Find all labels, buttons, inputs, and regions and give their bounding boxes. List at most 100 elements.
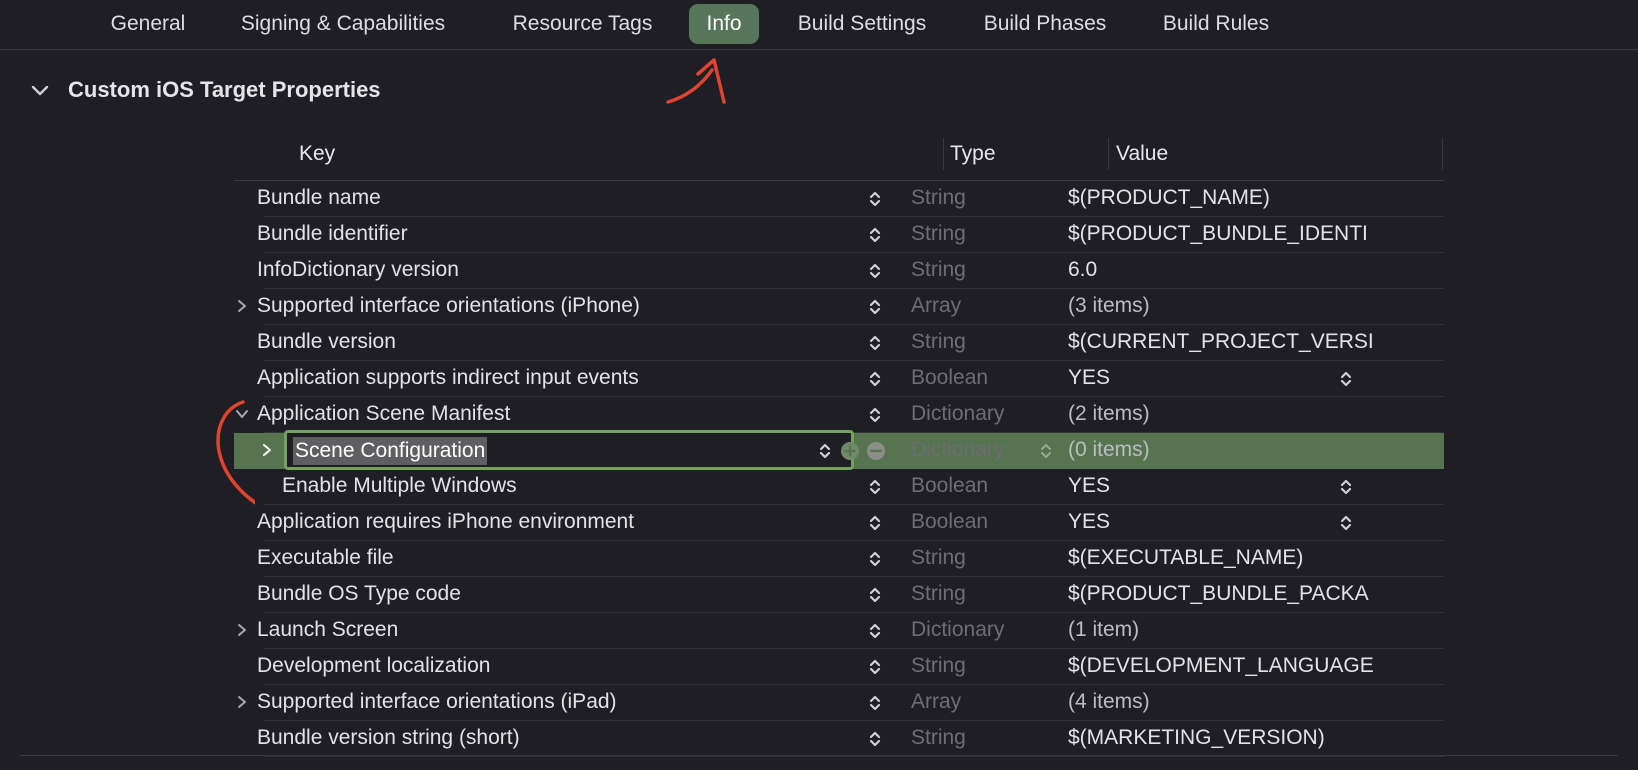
table-row[interactable]: Supported interface orientations (iPhone… [234, 289, 1444, 325]
type-cell[interactable]: Array [911, 289, 1061, 323]
chevron-right-icon[interactable] [234, 622, 250, 638]
up-down-chevron-icon[interactable] [866, 368, 884, 390]
value-cell[interactable]: YES [1068, 469, 1374, 503]
column-header-value[interactable]: Value [1116, 136, 1168, 172]
key-cell[interactable]: Supported interface orientations (iPad) [257, 685, 857, 719]
table-row[interactable]: Enable Multiple Windows Boolean YES [234, 469, 1444, 505]
key-cell[interactable]: InfoDictionary version [257, 253, 857, 287]
up-down-chevron-icon[interactable] [866, 188, 884, 210]
type-cell[interactable]: String [911, 325, 1061, 359]
value-popup-chevron-icon[interactable] [1337, 476, 1355, 498]
type-cell[interactable]: Boolean [911, 469, 1061, 503]
value-cell[interactable]: $(DEVELOPMENT_LANGUAGE [1068, 649, 1374, 683]
up-down-chevron-icon[interactable] [866, 512, 884, 534]
table-row[interactable]: Bundle version String $(CURRENT_PROJECT_VE… [234, 325, 1444, 361]
chevron-right-icon[interactable] [234, 694, 250, 710]
tab-general[interactable]: General [92, 4, 204, 44]
type-cell[interactable]: Boolean [911, 505, 1061, 539]
chevron-right-icon[interactable] [259, 442, 275, 458]
value-cell[interactable]: YES [1068, 505, 1374, 539]
key-cell[interactable]: Bundle name [257, 181, 857, 215]
up-down-chevron-icon[interactable] [866, 224, 884, 246]
table-row[interactable]: Application supports indirect input even… [234, 361, 1444, 397]
tab-signing-capabilities[interactable]: Signing & Capabilities [220, 4, 466, 44]
up-down-chevron-icon[interactable] [866, 476, 884, 498]
key-cell[interactable]: Application requires iPhone environment [257, 505, 857, 539]
type-cell[interactable]: String [911, 541, 1061, 575]
type-cell[interactable]: String [911, 649, 1061, 683]
column-header-type[interactable]: Type [950, 136, 996, 172]
value-cell[interactable]: $(CURRENT_PROJECT_VERSI [1068, 325, 1374, 359]
up-down-chevron-icon[interactable] [866, 260, 884, 282]
up-down-chevron-icon[interactable] [866, 656, 884, 678]
key-edit-field[interactable]: Scene Configuration [284, 430, 854, 470]
key-cell[interactable]: Bundle OS Type code [257, 577, 857, 611]
key-cell[interactable]: Bundle identifier [257, 217, 857, 251]
chevron-down-icon[interactable] [234, 406, 250, 422]
value-cell[interactable]: (4 items) [1068, 685, 1374, 719]
chevron-right-icon[interactable] [234, 298, 250, 314]
column-header-key[interactable]: Key [299, 136, 335, 172]
table-row[interactable]: Development localization String $(DEVELOPM… [234, 649, 1444, 685]
chevron-down-icon[interactable] [28, 78, 52, 102]
tab-build-settings[interactable]: Build Settings [782, 4, 942, 44]
section-header[interactable]: Custom iOS Target Properties [28, 72, 381, 108]
table-row[interactable]: Application Scene Manifest Dictionary (2 i… [234, 397, 1444, 433]
up-down-chevron-icon[interactable] [866, 404, 884, 426]
type-cell[interactable]: Dictionary [911, 397, 1061, 431]
up-down-chevron-icon[interactable] [866, 728, 884, 750]
table-row[interactable]: Scene Configuration Dictionary (0 items) [234, 430, 1444, 470]
key-cell[interactable]: Bundle version string (short) [257, 721, 857, 755]
up-down-chevron-icon[interactable] [866, 692, 884, 714]
table-row[interactable]: Application requires iPhone environment B… [234, 505, 1444, 541]
key-cell[interactable]: Executable file [257, 541, 857, 575]
key-edit-text[interactable]: Scene Configuration [293, 437, 488, 465]
table-row[interactable]: Launch Screen Dictionary (1 item) [234, 613, 1444, 649]
value-cell[interactable]: YES [1068, 361, 1374, 395]
up-down-chevron-icon[interactable] [866, 296, 884, 318]
key-cell[interactable]: Application supports indirect input even… [257, 361, 857, 395]
type-cell[interactable]: String [911, 721, 1061, 755]
up-down-chevron-icon[interactable] [866, 548, 884, 570]
up-down-chevron-icon[interactable] [866, 620, 884, 642]
key-cell[interactable]: Enable Multiple Windows [282, 469, 857, 503]
value-cell[interactable]: $(PRODUCT_NAME) [1068, 181, 1374, 215]
tab-info[interactable]: Info [689, 4, 759, 44]
table-row[interactable]: Bundle OS Type code String $(PRODUCT_BUNDL… [234, 577, 1444, 613]
up-down-chevron-icon[interactable] [816, 440, 834, 462]
table-row[interactable]: Bundle identifier String $(PRODUCT_BUNDLE_… [234, 217, 1444, 253]
key-cell[interactable]: Application Scene Manifest [257, 397, 857, 431]
tab-build-rules[interactable]: Build Rules [1150, 4, 1282, 44]
value-cell[interactable]: $(EXECUTABLE_NAME) [1068, 541, 1374, 575]
table-row[interactable]: Executable file String $(EXECUTABLE_NAME) [234, 541, 1444, 577]
key-cell[interactable]: Launch Screen [257, 613, 857, 647]
up-down-chevron-icon[interactable] [866, 332, 884, 354]
minus-circle-icon[interactable] [866, 441, 886, 461]
value-cell[interactable]: $(PRODUCT_BUNDLE_IDENTI [1068, 217, 1374, 251]
table-row[interactable]: Bundle name String $(PRODUCT_NAME) [234, 181, 1444, 217]
value-cell[interactable]: (3 items) [1068, 289, 1374, 323]
key-cell[interactable]: Bundle version [257, 325, 857, 359]
value-cell[interactable]: (0 items) [1068, 433, 1374, 467]
column-separator[interactable] [943, 138, 944, 170]
table-row[interactable]: Supported interface orientations (iPad) A… [234, 685, 1444, 721]
value-popup-chevron-icon[interactable] [1337, 512, 1355, 534]
table-row[interactable]: InfoDictionary version String 6.0 [234, 253, 1444, 289]
key-cell[interactable]: Development localization [257, 649, 857, 683]
value-cell[interactable]: (2 items) [1068, 397, 1374, 431]
type-cell[interactable]: String [911, 253, 1061, 287]
value-cell[interactable]: (1 item) [1068, 613, 1374, 647]
table-row[interactable]: Bundle version string (short) String $(MAR… [234, 721, 1444, 757]
value-cell[interactable]: $(MARKETING_VERSION) [1068, 721, 1374, 755]
type-cell[interactable]: String [911, 217, 1061, 251]
type-cell[interactable]: String [911, 577, 1061, 611]
tab-resource-tags[interactable]: Resource Tags [494, 4, 671, 44]
type-cell[interactable]: Boolean [911, 361, 1061, 395]
up-down-chevron-icon[interactable] [866, 584, 884, 606]
key-cell[interactable]: Supported interface orientations (iPhone… [257, 289, 857, 323]
type-cell[interactable]: String [911, 181, 1061, 215]
column-separator[interactable] [1108, 138, 1109, 170]
value-popup-chevron-icon[interactable] [1337, 368, 1355, 390]
type-cell[interactable]: Array [911, 685, 1061, 719]
type-cell[interactable]: Dictionary [911, 613, 1061, 647]
